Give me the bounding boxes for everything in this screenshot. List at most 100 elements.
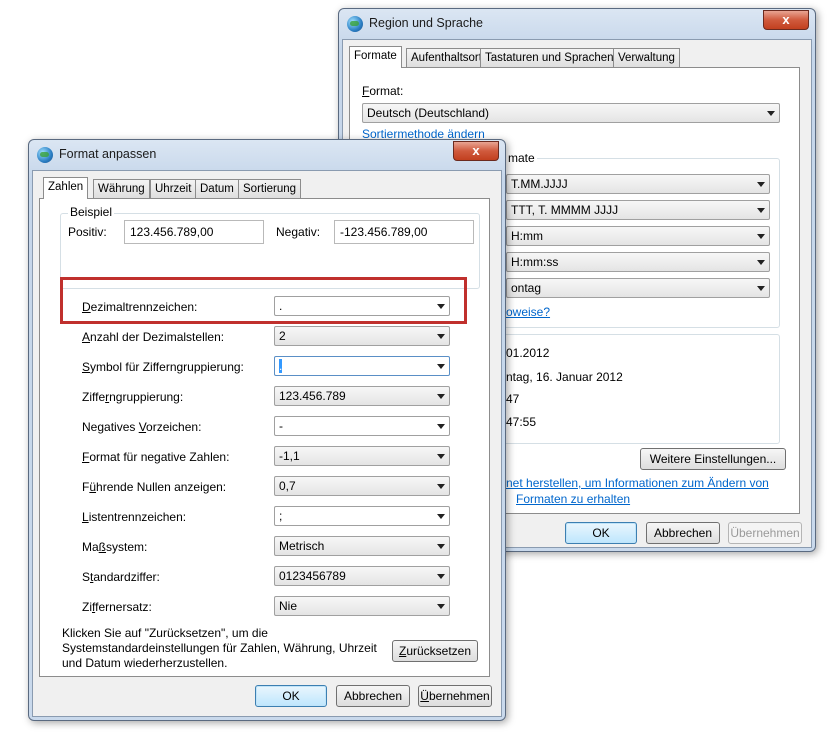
reset-text-line1: Klicken Sie auf "Zurücksetzen", um die (62, 626, 268, 640)
measurement-value: Metrisch (279, 539, 325, 553)
chevron-down-icon (757, 260, 765, 265)
reset-button[interactable]: Zurücksetzen (392, 640, 478, 662)
region-titlebar[interactable]: Region und Sprache x (339, 9, 815, 37)
negative-example: -123.456.789,00 (334, 220, 474, 244)
tab-datum[interactable]: Datum (195, 179, 239, 198)
group-symbol-combo[interactable]: . (274, 356, 450, 376)
reset-text-line3: und Datum wiederherzustellen. (62, 656, 228, 670)
setting-label-standard-digits: Standardziffer: (82, 570, 160, 584)
chevron-down-icon (757, 208, 765, 213)
setting-label-list-separator: Listentrennzeichen: (82, 510, 187, 524)
first-day-combo[interactable]: ontag (506, 278, 770, 298)
format-cancel-button[interactable]: Abbrechen (336, 685, 410, 707)
format-label: Format: (362, 84, 404, 98)
digit-grouping-value: 123.456.789 (279, 389, 346, 403)
chevron-down-icon (437, 604, 445, 609)
positive-label: Positiv: (68, 225, 107, 239)
close-icon: x (782, 12, 790, 27)
region-apply-button[interactable]: Übernehmen (728, 522, 802, 544)
format-value: Deutsch (Deutschland) (367, 106, 490, 120)
negative-sign-value: - (279, 419, 283, 433)
negative-format-combo[interactable]: -1,1 (274, 446, 450, 466)
negative-sign-combo[interactable]: - (274, 416, 450, 436)
format-tabpanel: Beispiel Positiv: 123.456.789,00 Negativ… (39, 198, 490, 677)
format-titlebar[interactable]: Format anpassen x (29, 140, 505, 168)
decimal-separator-highlight (60, 277, 467, 324)
close-icon: x (472, 143, 480, 158)
tab-waehrung[interactable]: Währung (93, 179, 150, 198)
setting-label-decimals: Anzahl der Dezimalstellen: (82, 330, 225, 344)
format-combo[interactable]: Deutsch (Deutschland) (362, 103, 780, 123)
group-symbol-value: . (279, 359, 283, 373)
tab-sortierung[interactable]: Sortierung (238, 179, 302, 198)
reset-text-line2: Systemstandardeinstellungen für Zahlen, … (62, 641, 377, 655)
date-time-group-title: mate (506, 151, 537, 165)
decimal-digits-value: 2 (279, 329, 286, 343)
short-time-combo[interactable]: H:mm (506, 226, 770, 246)
setting-label-grouping: Zifferngruppierung: (82, 390, 184, 404)
close-button[interactable]: x (453, 141, 499, 161)
leading-zeros-value: 0,7 (279, 479, 296, 493)
notation-link[interactable]: oweise? (506, 305, 550, 319)
tab-tastaturen[interactable]: Tastaturen und Sprachen (480, 48, 619, 67)
tab-uhrzeit[interactable]: Uhrzeit (150, 179, 197, 198)
decimal-digits-combo[interactable]: 2 (274, 326, 450, 346)
format-window: Format anpassen x Zahlen Währung Uhrzeit… (28, 139, 506, 721)
more-settings-button[interactable]: Weitere Einstellungen... (640, 448, 786, 470)
preview-short-date: 01.2012 (506, 346, 550, 360)
measurement-combo[interactable]: Metrisch (274, 536, 450, 556)
long-time-combo[interactable]: H:mm:ss (506, 252, 770, 272)
setting-label-leading-zeros: Führende Nullen anzeigen: (82, 480, 227, 494)
negative-format-value: -1,1 (279, 449, 300, 463)
chevron-down-icon (437, 424, 445, 429)
long-date-combo[interactable]: TTT, T. MMMM JJJJ (506, 200, 770, 220)
chevron-down-icon (757, 182, 765, 187)
chevron-down-icon (437, 514, 445, 519)
short-date-value: T.MM.JJJJ (511, 177, 568, 191)
first-day-value: ontag (511, 281, 542, 295)
chevron-down-icon (437, 544, 445, 549)
long-date-value: TTT, T. MMMM JJJJ (511, 203, 619, 217)
list-separator-value: ; (279, 509, 283, 523)
setting-label-measurement: Maßsystem: (82, 540, 148, 554)
info-link-line1[interactable]: net herstellen, um Informationen zum Änd… (506, 476, 769, 490)
chevron-down-icon (437, 484, 445, 489)
chevron-down-icon (437, 334, 445, 339)
tab-zahlen[interactable]: Zahlen (43, 177, 89, 199)
chevron-down-icon (767, 111, 775, 116)
info-link-line2[interactable]: Formaten zu erhalten (516, 492, 630, 506)
digit-grouping-combo[interactable]: 123.456.789 (274, 386, 450, 406)
close-button[interactable]: x (763, 10, 809, 30)
region-window-title: Region und Sprache (369, 16, 483, 30)
globe-icon (347, 16, 363, 32)
chevron-down-icon (437, 574, 445, 579)
format-ok-button[interactable]: OK (255, 685, 327, 707)
format-client: Zahlen Währung Uhrzeit Datum Sortierung … (32, 170, 502, 717)
globe-icon (37, 147, 53, 163)
region-cancel-button[interactable]: Abbrechen (646, 522, 720, 544)
standard-digits-value: 0123456789 (279, 569, 346, 583)
standard-digits-combo[interactable]: 0123456789 (274, 566, 450, 586)
digit-substitution-combo[interactable]: Nie (274, 596, 450, 616)
tab-aufenthaltsort[interactable]: Aufenthaltsort (406, 48, 487, 67)
setting-label-digit-substitution: Ziffernersatz: (82, 600, 152, 614)
setting-label-group-symbol: Symbol für Zifferngruppierung: (82, 360, 244, 374)
positive-example: 123.456.789,00 (124, 220, 264, 244)
preview-long-time: 47:55 (506, 415, 537, 429)
tab-verwaltung[interactable]: Verwaltung (613, 48, 680, 67)
chevron-down-icon (437, 364, 445, 369)
chevron-down-icon (437, 454, 445, 459)
region-ok-button[interactable]: OK (565, 522, 637, 544)
short-date-combo[interactable]: T.MM.JJJJ (506, 174, 770, 194)
preview-long-date: ntag, 16. Januar 2012 (506, 370, 623, 384)
format-apply-button[interactable]: Übernehmen (418, 685, 492, 707)
setting-label-negative-sign: Negatives Vorzeichen: (82, 420, 202, 434)
leading-zeros-combo[interactable]: 0,7 (274, 476, 450, 496)
preview-short-time: 47 (506, 392, 520, 406)
long-time-value: H:mm:ss (511, 255, 559, 269)
list-separator-combo[interactable]: ; (274, 506, 450, 526)
short-time-value: H:mm (511, 229, 543, 243)
setting-label-negative-format: Format für negative Zahlen: (82, 450, 230, 464)
tab-formate[interactable]: Formate (349, 46, 402, 68)
digit-substitution-value: Nie (279, 599, 298, 613)
